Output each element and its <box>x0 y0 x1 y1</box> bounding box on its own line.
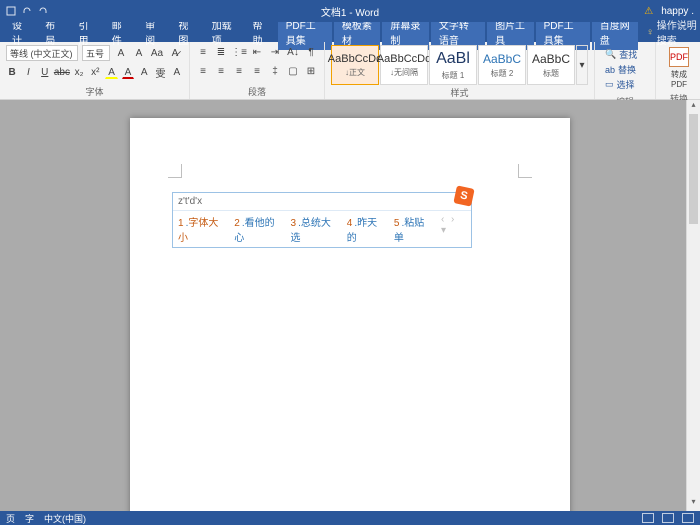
group-styles-label: 样式 <box>331 85 588 99</box>
tell-me-search[interactable]: ♀ 操作说明搜索 <box>646 17 700 47</box>
ime-nav[interactable]: ‹ › ▾ <box>441 214 466 244</box>
style-title[interactable]: AaBbC标题 <box>527 45 575 85</box>
char-border-button[interactable]: A <box>171 66 183 80</box>
lightbulb-icon: ♀ <box>646 27 654 38</box>
view-read-button[interactable] <box>642 513 654 523</box>
align-right-button[interactable]: ≡ <box>232 65 246 79</box>
ime-panel: z't'd'x S 1.字体大小 2.看他的心 3.总统大选 4.昨天的 5.粘… <box>172 192 472 248</box>
replace-button[interactable]: ab替换 <box>605 63 645 76</box>
grow-font-button[interactable]: A <box>114 46 128 60</box>
clear-format-button[interactable]: A̷ <box>168 46 182 60</box>
underline-button[interactable]: U <box>39 66 51 80</box>
quick-access-toolbar <box>0 6 48 16</box>
styles-more-button[interactable]: ▾ <box>576 45 588 85</box>
style-nospacing[interactable]: AaBbCcDd↓无间隔 <box>380 45 428 85</box>
group-editing: 🔍查找 ab替换 ▭选择 编辑 <box>595 42 656 99</box>
group-para-label: 段落 <box>196 84 318 98</box>
warning-icon: ⚠ <box>644 6 653 17</box>
ime-candidates: 1.字体大小 2.看他的心 3.总统大选 4.昨天的 5.粘贴单 ‹ › ▾ <box>173 211 471 247</box>
style-normal[interactable]: AaBbCcDd↓正文 <box>331 45 379 85</box>
status-language[interactable]: 中文(中国) <box>44 512 86 525</box>
scroll-thumb[interactable] <box>689 114 698 224</box>
font-name-combo[interactable]: 等线 (中文正文) <box>6 45 78 61</box>
change-case-button[interactable]: Aa <box>150 46 164 60</box>
ime-candidate[interactable]: 5.粘贴单 <box>394 214 431 244</box>
group-font-label: 字体 <box>6 84 183 98</box>
shrink-font-button[interactable]: A <box>132 46 146 60</box>
margin-mark <box>168 164 182 178</box>
redo-icon[interactable] <box>38 6 48 16</box>
page[interactable]: z't'd'x S 1.字体大小 2.看他的心 3.总统大选 4.昨天的 5.粘… <box>130 118 570 511</box>
replace-icon: ab <box>605 65 615 75</box>
status-words[interactable]: 字 <box>25 512 34 525</box>
indent-inc-button[interactable]: ⇥ <box>268 45 282 59</box>
phonetic-button[interactable]: 雯 <box>154 66 166 80</box>
convert-pdf-button[interactable]: PDF 转成 PDF <box>662 45 696 91</box>
document-area: z't'd'x S 1.字体大小 2.看他的心 3.总统大选 4.昨天的 5.粘… <box>0 100 700 511</box>
vertical-scrollbar[interactable]: ▴ ▾ <box>686 100 700 511</box>
strike-button[interactable]: abc <box>55 66 69 80</box>
status-page[interactable]: 页 <box>6 512 15 525</box>
borders-button[interactable]: ⊞ <box>304 65 318 79</box>
line-spacing-button[interactable]: ‡ <box>268 65 282 79</box>
group-font: 等线 (中文正文) 五号 A A Aa A̷ B I U abc x₂ x² A… <box>0 42 190 99</box>
font-size-combo[interactable]: 五号 <box>82 45 110 61</box>
bullets-button[interactable]: ≡ <box>196 45 210 59</box>
highlight-button[interactable]: A <box>105 67 117 79</box>
show-marks-button[interactable]: ¶ <box>304 45 318 59</box>
view-print-button[interactable] <box>662 513 674 523</box>
ribbon-tabs: 设计 布局 引用 邮件 审阅 视图 加载项 帮助 PDF工具集 模板素材 屏幕录… <box>0 22 700 42</box>
group-styles: AaBbCcDd↓正文 AaBbCcDd↓无间隔 AaBl标题 1 AaBbC标… <box>325 42 595 99</box>
sogou-logo-icon: S <box>453 185 474 206</box>
shading-button[interactable]: ▢ <box>286 65 300 79</box>
save-icon[interactable] <box>6 6 16 16</box>
align-left-button[interactable]: ≡ <box>196 65 210 79</box>
ribbon: 等线 (中文正文) 五号 A A Aa A̷ B I U abc x₂ x² A… <box>0 42 700 100</box>
title-bar: 文档1 - Word ⚠ happy . <box>0 0 700 22</box>
undo-icon[interactable] <box>22 6 32 16</box>
view-web-button[interactable] <box>682 513 694 523</box>
sort-button[interactable]: A↓ <box>286 45 300 59</box>
ime-candidate[interactable]: 4.昨天的 <box>347 214 384 244</box>
indent-dec-button[interactable]: ⇤ <box>250 45 264 59</box>
find-button[interactable]: 🔍查找 <box>605 48 645 61</box>
ime-input: z't'd'x S <box>173 193 471 211</box>
italic-button[interactable]: I <box>22 66 34 80</box>
scroll-up-icon[interactable]: ▴ <box>687 100 700 114</box>
cursor-icon: ▭ <box>605 79 614 90</box>
tell-me-label: 操作说明搜索 <box>657 17 700 47</box>
style-heading2[interactable]: AaBbC标题 2 <box>478 45 526 85</box>
ime-candidate[interactable]: 2.看他的心 <box>234 214 280 244</box>
pdf-icon: PDF <box>669 47 689 67</box>
subscript-button[interactable]: x₂ <box>73 66 85 80</box>
align-center-button[interactable]: ≡ <box>214 65 228 79</box>
multilevel-button[interactable]: ⋮≡ <box>232 45 246 59</box>
margin-mark <box>518 164 532 178</box>
text-effects-button[interactable]: A <box>138 66 150 80</box>
superscript-button[interactable]: x² <box>89 66 101 80</box>
ime-candidate[interactable]: 3.总统大选 <box>291 214 337 244</box>
select-button[interactable]: ▭选择 <box>605 78 645 91</box>
font-color-button[interactable]: A <box>122 67 134 79</box>
style-heading1[interactable]: AaBl标题 1 <box>429 45 477 85</box>
document-title: 文档1 - Word <box>321 4 379 19</box>
numbering-button[interactable]: ≣ <box>214 45 228 59</box>
ime-candidate[interactable]: 1.字体大小 <box>178 214 224 244</box>
scroll-down-icon[interactable]: ▾ <box>687 497 700 511</box>
user-name[interactable]: happy . <box>661 6 694 17</box>
bold-button[interactable]: B <box>6 66 18 80</box>
status-bar: 页 字 中文(中国) <box>0 511 700 525</box>
group-paragraph: ≡ ≣ ⋮≡ ⇤ ⇥ A↓ ¶ ≡ ≡ ≡ ≡ ‡ ▢ ⊞ 段落 <box>190 42 325 99</box>
search-icon: 🔍 <box>605 49 616 60</box>
group-convert: PDF 转成 PDF 转换 <box>656 42 700 99</box>
justify-button[interactable]: ≡ <box>250 65 264 79</box>
